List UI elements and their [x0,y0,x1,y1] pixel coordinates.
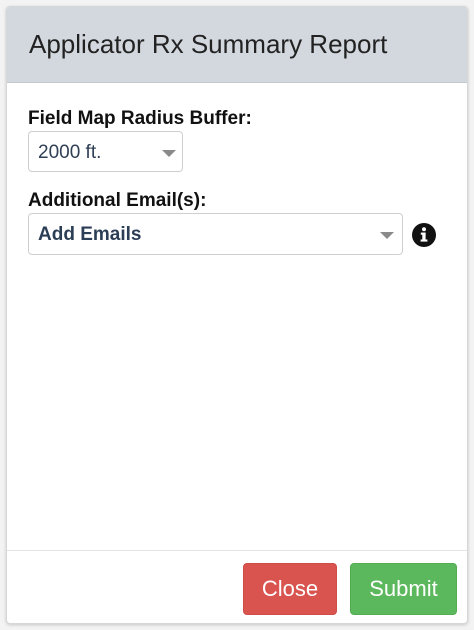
modal-footer: Close Submit [7,550,467,623]
chevron-down-icon [380,232,394,239]
report-modal: Applicator Rx Summary Report Field Map R… [6,6,468,624]
modal-header: Applicator Rx Summary Report [7,7,467,83]
additional-emails-value: Add Emails [38,224,142,245]
radius-buffer-select[interactable]: 2000 ft. [28,131,183,172]
info-icon-glyph [420,227,428,242]
info-icon[interactable] [412,223,436,247]
submit-button[interactable]: Submit [350,563,457,615]
additional-emails-select[interactable]: Add Emails [28,213,403,255]
chevron-down-icon [162,150,176,157]
radius-buffer-value: 2000 ft. [38,142,102,163]
modal-title: Applicator Rx Summary Report [29,29,388,59]
radius-buffer-label: Field Map Radius Buffer: [28,108,252,129]
close-button[interactable]: Close [243,563,337,615]
additional-emails-label: Additional Email(s): [28,190,207,211]
